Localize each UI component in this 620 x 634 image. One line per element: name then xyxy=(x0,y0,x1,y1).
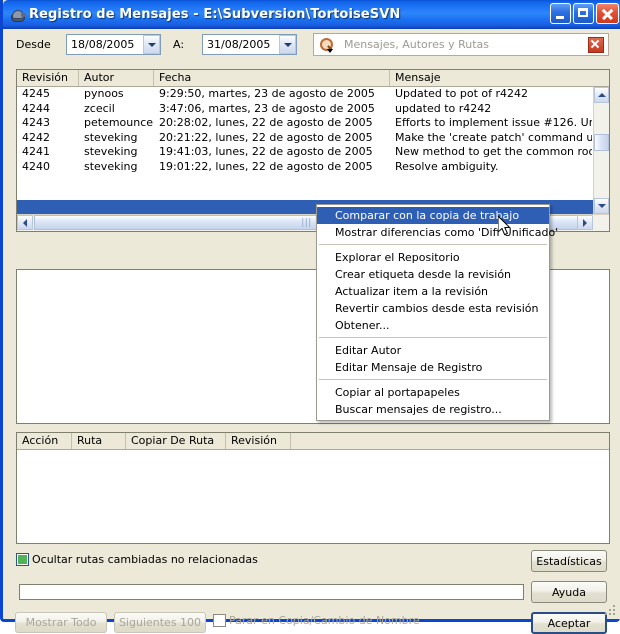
changed-paths-header: Acción Ruta Copiar De Ruta Revisión xyxy=(17,433,609,450)
resize-grip-icon[interactable] xyxy=(605,605,617,617)
log-list-vertical-scrollbar[interactable] xyxy=(593,87,609,214)
progress-bar xyxy=(19,584,524,600)
column-header-path-revision[interactable]: Revisión xyxy=(226,433,291,449)
menu-item-compare-with-working-copy[interactable]: Comparar con la copia de trabajo xyxy=(317,207,549,224)
cell-author: steveking xyxy=(84,145,138,158)
column-header-copy-from[interactable]: Copiar De Ruta xyxy=(126,433,226,449)
cell-message: updated to r4242 xyxy=(395,101,492,115)
chevron-down-icon[interactable] xyxy=(279,35,296,54)
column-header-date[interactable]: Fecha xyxy=(154,70,390,86)
context-menu[interactable]: Comparar con la copia de trabajo Mostrar… xyxy=(316,204,558,421)
cell-date: 20:21:22, lunes, 22 de agosto de 2005 xyxy=(159,130,373,144)
table-row[interactable]: 4243 petemounce 20:28:02, lunes, 22 de a… xyxy=(17,116,593,131)
chevron-down-icon[interactable] xyxy=(143,35,160,54)
table-row[interactable]: 4245 pynoos 9:29:50, martes, 23 de agost… xyxy=(17,87,593,102)
caption-buttons xyxy=(550,3,619,24)
turtle-icon xyxy=(8,6,26,24)
log-messages-window: Registro de Mensajes - E:\Subversion\Tor… xyxy=(0,0,620,634)
menu-separator xyxy=(319,244,547,246)
log-list-body[interactable]: 4245 pynoos 9:29:50, martes, 23 de agost… xyxy=(17,87,593,214)
filter-bar: Desde 18/08/2005 A: 31/08/2005 Mensajes,… xyxy=(6,29,620,61)
cell-message: Updated to pot of r4242 xyxy=(395,87,528,100)
hide-unrelated-checkbox[interactable]: Ocultar rutas cambiadas no relacionadas xyxy=(16,553,258,566)
cell-author: petemounce xyxy=(84,116,154,129)
cell-revision: 4242 xyxy=(22,130,50,144)
close-button[interactable] xyxy=(596,3,619,24)
window-title: Registro de Mensajes - E:\Subversion\Tor… xyxy=(29,7,401,22)
menu-item-update-to-revision[interactable]: Actualizar item a la revisión xyxy=(317,283,549,300)
cell-revision: 4243 xyxy=(22,116,50,129)
menu-separator xyxy=(319,337,547,339)
cell-message: Efforts to implement issue #126. Unfortu xyxy=(395,116,592,129)
column-header-action[interactable]: Acción xyxy=(17,433,72,449)
log-list-header: Revisión Autor Fecha Mensaje xyxy=(17,70,609,87)
help-button[interactable]: Ayuda xyxy=(531,581,607,603)
menu-item-browse-repository[interactable]: Explorar el Repositorio xyxy=(317,249,549,266)
date-from-value: 18/08/2005 xyxy=(71,38,135,51)
minimize-button[interactable] xyxy=(550,3,571,24)
cell-message: Resolve ambiguity. xyxy=(395,159,499,173)
cell-author: steveking xyxy=(84,159,138,173)
date-to-picker[interactable]: 31/08/2005 xyxy=(202,34,297,55)
next-100-button[interactable]: Siguientes 100 xyxy=(114,612,206,633)
cell-revision: 4245 xyxy=(22,87,50,100)
statistics-button[interactable]: Estadísticas xyxy=(531,550,607,572)
checkbox-indicator[interactable] xyxy=(16,553,29,566)
menu-item-search-log-messages[interactable]: Buscar mensajes de registro... xyxy=(317,401,549,418)
scroll-thumb-grip: ||| xyxy=(301,217,312,228)
cell-author: zcecil xyxy=(84,101,115,115)
hide-unrelated-label: Ocultar rutas cambiadas no relacionadas xyxy=(32,553,258,566)
column-header-filler xyxy=(291,433,609,449)
date-from-picker[interactable]: 18/08/2005 xyxy=(66,34,161,55)
menu-separator xyxy=(319,379,547,381)
cell-revision: 4240 xyxy=(22,159,50,173)
vertical-scroll-thumb[interactable] xyxy=(594,134,609,151)
cell-message: Make the 'create patch' command use a fi xyxy=(395,130,592,144)
search-input[interactable]: Mensajes, Autores y Rutas xyxy=(313,33,609,56)
search-placeholder: Mensajes, Autores y Rutas xyxy=(344,38,489,51)
cell-revision: 4241 xyxy=(22,145,50,158)
stop-on-copy-label: Parar en Copia/Cambio de Nombre xyxy=(229,614,420,627)
from-label: Desde xyxy=(16,38,51,51)
table-row[interactable]: 4240 steveking 19:01:22, lunes, 22 de ag… xyxy=(17,160,593,175)
cell-revision: 4244 xyxy=(22,101,50,115)
column-header-revision[interactable]: Revisión xyxy=(17,70,79,86)
table-row[interactable]: 4241 steveking 19:41:03, lunes, 22 de ag… xyxy=(17,145,593,160)
cell-date: 20:28:02, lunes, 22 de agosto de 2005 xyxy=(159,116,373,129)
cell-message: New method to get the common root. xyxy=(395,145,592,158)
cell-date: 19:01:22, lunes, 22 de agosto de 2005 xyxy=(159,159,373,173)
scroll-up-icon[interactable] xyxy=(594,87,609,103)
column-header-author[interactable]: Autor xyxy=(79,70,154,86)
search-icon[interactable] xyxy=(318,36,338,54)
ok-button[interactable]: Aceptar xyxy=(531,612,607,634)
scroll-right-icon[interactable] xyxy=(577,215,593,230)
column-header-message[interactable]: Mensaje xyxy=(390,70,594,86)
checkbox-indicator[interactable] xyxy=(213,614,226,627)
table-row[interactable]: 4244 zcecil 3:47:06, martes, 23 de agost… xyxy=(17,102,593,117)
stop-on-copy-checkbox[interactable]: Parar en Copia/Cambio de Nombre xyxy=(213,614,420,627)
scroll-down-icon[interactable] xyxy=(594,198,609,214)
table-row[interactable]: 4242 steveking 20:21:22, lunes, 22 de ag… xyxy=(17,131,593,146)
cell-date: 19:41:03, lunes, 22 de agosto de 2005 xyxy=(159,145,373,158)
scroll-left-icon[interactable] xyxy=(17,215,33,230)
cell-author: steveking xyxy=(84,130,138,144)
menu-item-edit-author[interactable]: Editar Autor xyxy=(317,342,549,359)
menu-item-checkout[interactable]: Obtener... xyxy=(317,317,549,334)
cell-author: pynoos xyxy=(84,87,124,100)
changed-paths-list[interactable]: Acción Ruta Copiar De Ruta Revisión xyxy=(16,432,610,544)
to-label: A: xyxy=(173,38,185,51)
show-all-button[interactable]: Mostrar Todo xyxy=(15,612,107,633)
clear-search-icon[interactable] xyxy=(588,36,604,53)
menu-item-copy-to-clipboard[interactable]: Copiar al portapapeles xyxy=(317,384,549,401)
cell-date: 3:47:06, martes, 23 de agosto de 2005 xyxy=(159,101,375,115)
menu-item-edit-log-message[interactable]: Editar Mensaje de Registro xyxy=(317,359,549,376)
menu-item-show-unified-diff[interactable]: Mostrar diferencias como 'Diff Unificado… xyxy=(317,224,558,241)
title-bar: Registro de Mensajes - E:\Subversion\Tor… xyxy=(3,0,620,29)
maximize-button[interactable] xyxy=(573,3,594,24)
date-to-value: 31/08/2005 xyxy=(207,38,271,51)
menu-item-revert-changes[interactable]: Revertir cambios desde esta revisión xyxy=(317,300,549,317)
menu-item-create-tag[interactable]: Crear etiqueta desde la revisión xyxy=(317,266,549,283)
cell-date: 9:29:50, martes, 23 de agosto de 2005 xyxy=(159,87,375,100)
column-header-path[interactable]: Ruta xyxy=(72,433,126,449)
